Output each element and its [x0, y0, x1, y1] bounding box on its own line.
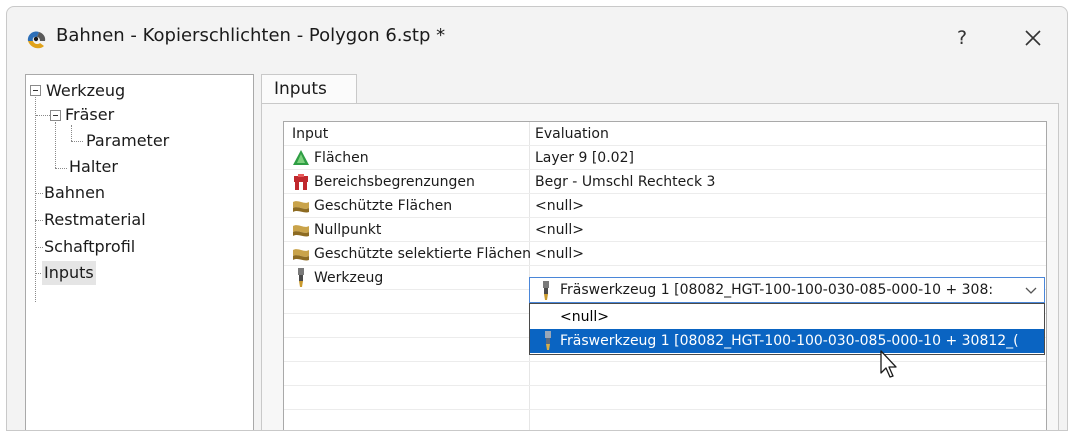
tree-item-restmaterial[interactable]: Restmaterial: [44, 208, 146, 232]
evaluation-value[interactable]: <null>: [535, 218, 584, 242]
green-triangle-icon: [293, 150, 309, 165]
navigation-tree: Werkzeug Fräser Parameter Halter Bahnen …: [25, 74, 254, 430]
evaluation-value[interactable]: Layer 9 [0.02]: [535, 146, 634, 170]
help-button[interactable]: ?: [947, 23, 977, 53]
tree-connector: [55, 122, 56, 168]
input-label: Nullpunkt: [314, 222, 382, 238]
werkzeug-dropdown-list: <null> Fräswerkzeug 1 [08082_HGT-100-100…: [529, 303, 1045, 355]
tree-item-halter[interactable]: Halter: [69, 155, 118, 179]
input-column-header: Input: [292, 126, 329, 142]
input-label: Bereichsbegrenzungen: [314, 174, 475, 190]
werkzeug-combobox[interactable]: Fräswerkzeug 1 [08082_HGT-100-100-030-08…: [529, 277, 1045, 303]
collapse-werkzeug-icon[interactable]: [30, 85, 41, 96]
tab-strip: Inputs: [261, 74, 1061, 104]
tree-item-parameter[interactable]: Parameter: [86, 129, 169, 153]
tree-item-bahnen[interactable]: Bahnen: [44, 181, 105, 205]
grid-row: [284, 386, 1046, 410]
grid-row[interactable]: Flächen Layer 9 [0.02]: [284, 146, 1046, 170]
tree-connector: [36, 115, 50, 116]
input-label: Geschützte selektierte Flächen: [314, 246, 531, 262]
title-bar: Bahnen - Kopierschlichten - Polygon 6.st…: [7, 7, 1067, 63]
tree-item-fraeser[interactable]: Fräser: [65, 103, 114, 127]
tree-item-werkzeug[interactable]: Werkzeug: [46, 79, 125, 103]
evaluation-value[interactable]: <null>: [535, 242, 584, 266]
grid-row[interactable]: Nullpunkt <null>: [284, 218, 1046, 242]
tab-inputs[interactable]: Inputs: [261, 74, 357, 104]
surface-icon: [293, 201, 309, 213]
tree-connector: [71, 125, 72, 141]
red-boundary-icon: [294, 174, 308, 190]
inputs-grid: Input Evaluation Flächen Layer 9 [0.02] …: [283, 121, 1047, 430]
evaluation-column-header: Evaluation: [535, 126, 609, 142]
collapse-fraeser-icon[interactable]: [50, 110, 61, 121]
surface-icon: [293, 225, 309, 237]
tree-connector: [35, 220, 43, 221]
evaluation-value[interactable]: <null>: [535, 194, 584, 218]
milling-tool-icon: [543, 281, 549, 300]
grid-row[interactable]: Bereichsbegrenzungen Begr - Umschl Recht…: [284, 170, 1046, 194]
dropdown-option-label: <null>: [560, 309, 609, 325]
surface-icon: [293, 249, 309, 261]
dropdown-option-null[interactable]: <null>: [530, 305, 1044, 329]
chevron-down-icon[interactable]: [1024, 283, 1038, 297]
tree-connector: [55, 168, 67, 169]
combobox-value: Fräswerkzeug 1 [08082_HGT-100-100-030-08…: [560, 282, 994, 298]
grid-header-row: Input Evaluation: [284, 122, 1046, 146]
input-label: Werkzeug: [314, 270, 384, 286]
dialog-window: Bahnen - Kopierschlichten - Polygon 6.st…: [6, 6, 1068, 431]
milling-tool-icon: [545, 331, 551, 350]
tree-connector: [35, 247, 43, 248]
dropdown-option-fraeswerkzeug-1[interactable]: Fräswerkzeug 1 [08082_HGT-100-100-030-08…: [530, 329, 1044, 353]
input-label: Geschützte Flächen: [314, 198, 453, 214]
tree-item-schaftprofil[interactable]: Schaftprofil: [44, 235, 135, 259]
window-title: Bahnen - Kopierschlichten - Polygon 6.st…: [56, 25, 446, 46]
milling-tool-icon: [298, 268, 304, 287]
grid-row: [284, 362, 1046, 386]
app-logo-icon: [27, 31, 46, 49]
tree-connector: [35, 97, 36, 302]
mouse-cursor-icon: [880, 350, 897, 378]
tree-connector: [35, 193, 43, 194]
grid-row[interactable]: Geschützte selektierte Flächen <null>: [284, 242, 1046, 266]
evaluation-value[interactable]: Begr - Umschl Rechteck 3: [535, 170, 715, 194]
dropdown-option-label: Fräswerkzeug 1 [08082_HGT-100-100-030-08…: [560, 333, 1019, 349]
grid-row[interactable]: Geschützte Flächen <null>: [284, 194, 1046, 218]
input-label: Flächen: [314, 150, 369, 166]
grid-row: [284, 410, 1046, 430]
tree-connector: [71, 141, 83, 142]
close-icon[interactable]: [1015, 21, 1051, 55]
tree-item-inputs[interactable]: Inputs: [42, 261, 96, 285]
